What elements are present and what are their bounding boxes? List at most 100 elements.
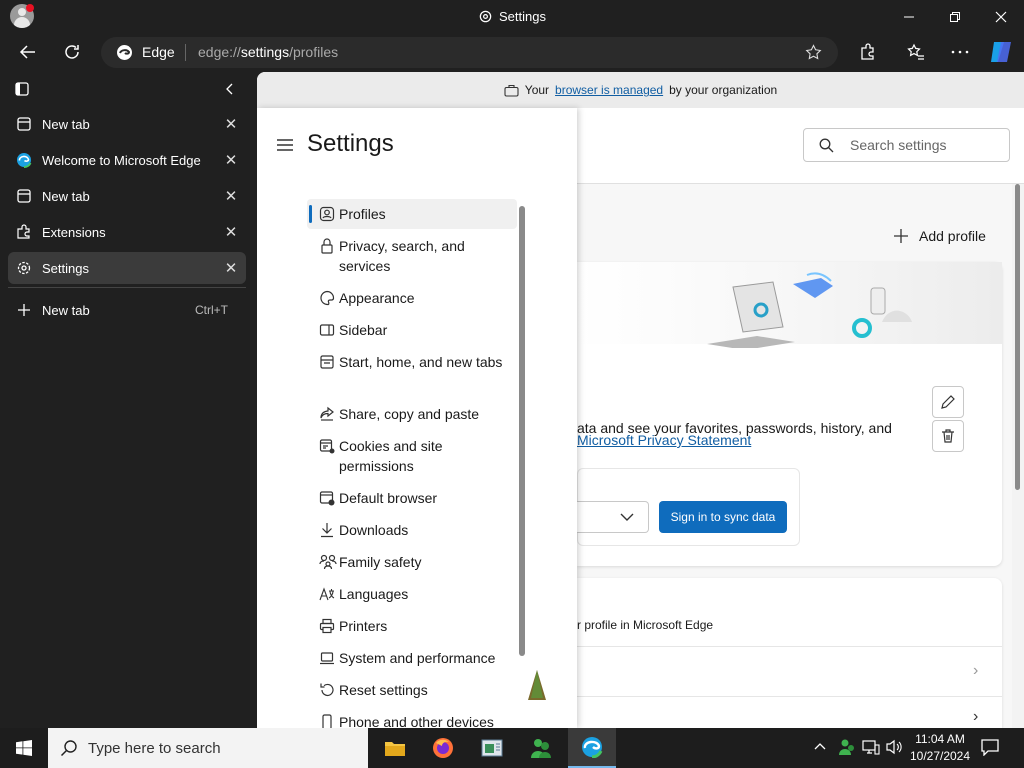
nav-downloads[interactable]: Downloads	[307, 520, 517, 540]
nav-share-copy[interactable]: Share, copy and paste	[307, 404, 517, 424]
url-text[interactable]: edge://settings/profiles	[198, 44, 338, 60]
taskbar-clock[interactable]: 11:04 AM 10/27/2024	[906, 731, 974, 765]
delete-profile-button[interactable]	[932, 420, 964, 452]
site-identity[interactable]: Edge	[142, 44, 175, 60]
favorites-icon	[907, 43, 924, 60]
managed-link[interactable]: browser is managed	[555, 83, 663, 97]
notification-center-button[interactable]	[980, 738, 1000, 761]
sign-in-sync-button[interactable]: Sign in to sync data	[659, 501, 787, 533]
privacy-statement-link[interactable]: Microsoft Privacy Statement	[577, 432, 751, 448]
tab-label: Extensions	[42, 224, 106, 240]
nav-sidebar[interactable]: Sidebar	[307, 320, 517, 340]
row-divider	[577, 696, 1002, 697]
nav-default-browser[interactable]: Default browser	[307, 488, 517, 508]
tray-people-icon[interactable]	[838, 738, 856, 761]
nav-profiles[interactable]: Profiles	[307, 204, 517, 224]
account-dropdown[interactable]	[577, 501, 649, 533]
add-profile-button[interactable]: Add profile	[893, 228, 986, 244]
address-bar[interactable]: Edge edge://settings/profiles	[101, 37, 838, 68]
minimize-button[interactable]	[886, 0, 932, 34]
close-tab-icon[interactable]: ✕	[216, 151, 246, 169]
search-settings-input[interactable]: Search settings	[803, 128, 1010, 162]
taskbar-firefox[interactable]	[423, 730, 463, 766]
close-window-button[interactable]	[978, 0, 1024, 34]
close-tab-icon[interactable]: ✕	[216, 223, 246, 241]
language-icon	[319, 587, 335, 601]
back-arrow-icon	[19, 45, 35, 59]
plus-icon	[894, 229, 908, 243]
refresh-button[interactable]	[56, 36, 88, 68]
edge-icon	[17, 153, 32, 168]
app-window-icon	[481, 739, 503, 757]
favorite-star-button[interactable]	[805, 44, 822, 66]
extensions-button[interactable]	[852, 36, 884, 68]
search-placeholder: Search settings	[850, 137, 947, 153]
new-tab-label: New tab	[42, 302, 90, 318]
taskbar-search-box[interactable]: Type here to search	[48, 728, 368, 768]
more-dots-icon	[951, 50, 969, 54]
nav-system-performance[interactable]: System and performance	[307, 648, 517, 668]
printer-icon	[319, 618, 335, 634]
page-scrollbar[interactable]	[1012, 184, 1024, 728]
row-chevron-icon[interactable]: ›	[973, 662, 978, 680]
tab-actions-icon[interactable]	[14, 81, 30, 102]
nav-privacy[interactable]: Privacy, search, and services	[307, 236, 517, 276]
nav-label: Share, copy and paste	[339, 406, 480, 422]
nav-label: Family safety	[339, 554, 422, 570]
close-tab-icon[interactable]: ✕	[216, 187, 246, 205]
nav-label: Cookies and site permissions	[339, 438, 443, 474]
family-icon	[319, 554, 337, 570]
nav-phone-devices[interactable]: Phone and other devices	[307, 712, 517, 728]
search-icon	[60, 740, 77, 757]
nav-label: Languages	[339, 586, 409, 602]
url-prefix: edge://	[198, 44, 241, 60]
nav-start-home[interactable]: Start, home, and new tabs	[307, 352, 517, 372]
nav-printers[interactable]: Printers	[307, 616, 517, 636]
nav-scroll-thumb[interactable]	[519, 206, 525, 656]
start-button[interactable]	[0, 728, 48, 768]
copilot-button[interactable]	[988, 40, 1014, 64]
tab-extensions[interactable]: Extensions ✕	[8, 216, 246, 248]
nav-label: System and performance	[339, 650, 496, 666]
row-chevron-icon[interactable]: ›	[973, 708, 978, 726]
nav-appearance[interactable]: Appearance	[307, 288, 517, 308]
tab-new-tab-1[interactable]: New tab ✕	[8, 108, 246, 140]
more-menu-button[interactable]	[944, 36, 976, 68]
back-button[interactable]	[12, 36, 44, 68]
row-divider	[577, 646, 1002, 647]
close-tab-icon[interactable]: ✕	[216, 115, 246, 133]
show-hidden-icons-button[interactable]	[814, 740, 826, 754]
nav-reset-settings[interactable]: Reset settings	[307, 680, 517, 700]
close-tab-icon[interactable]: ✕	[216, 259, 246, 277]
browser-icon	[319, 491, 335, 506]
laptop-icon	[320, 652, 334, 665]
nav-family-safety[interactable]: Family safety	[307, 552, 517, 572]
maximize-button[interactable]	[932, 0, 978, 34]
nav-languages[interactable]: Languages	[307, 584, 517, 604]
favorites-button[interactable]	[900, 36, 932, 68]
edit-profile-button[interactable]	[932, 386, 964, 418]
tab-welcome[interactable]: Welcome to Microsoft Edge ✕	[8, 144, 246, 176]
window-title: Settings	[0, 9, 1024, 24]
refresh-icon	[65, 45, 79, 59]
tab-settings[interactable]: Settings ✕	[8, 252, 246, 284]
nav-label: Printers	[339, 618, 388, 634]
copilot-icon	[991, 42, 1011, 62]
folder-icon	[385, 742, 405, 756]
taskbar-file-explorer[interactable]	[375, 730, 415, 766]
tab-new-tab-2[interactable]: New tab ✕	[8, 180, 246, 212]
taskbar-green-app[interactable]	[521, 730, 561, 766]
taskbar-app-window[interactable]	[472, 730, 512, 766]
taskbar-edge[interactable]	[568, 728, 616, 768]
page-scroll-thumb[interactable]	[1015, 184, 1020, 490]
volume-icon[interactable]	[885, 739, 903, 760]
collapse-pane-button[interactable]	[222, 81, 238, 102]
hamburger-menu-button[interactable]	[277, 138, 293, 156]
search-icon	[819, 138, 834, 152]
star-outline-icon	[805, 44, 822, 60]
palette-icon	[320, 290, 335, 306]
network-icon[interactable]	[862, 739, 880, 760]
tab-label: Settings	[42, 260, 89, 276]
nav-cookies[interactable]: Cookies and site permissions	[307, 436, 517, 476]
new-tab-button[interactable]: New tab Ctrl+T	[8, 294, 246, 326]
